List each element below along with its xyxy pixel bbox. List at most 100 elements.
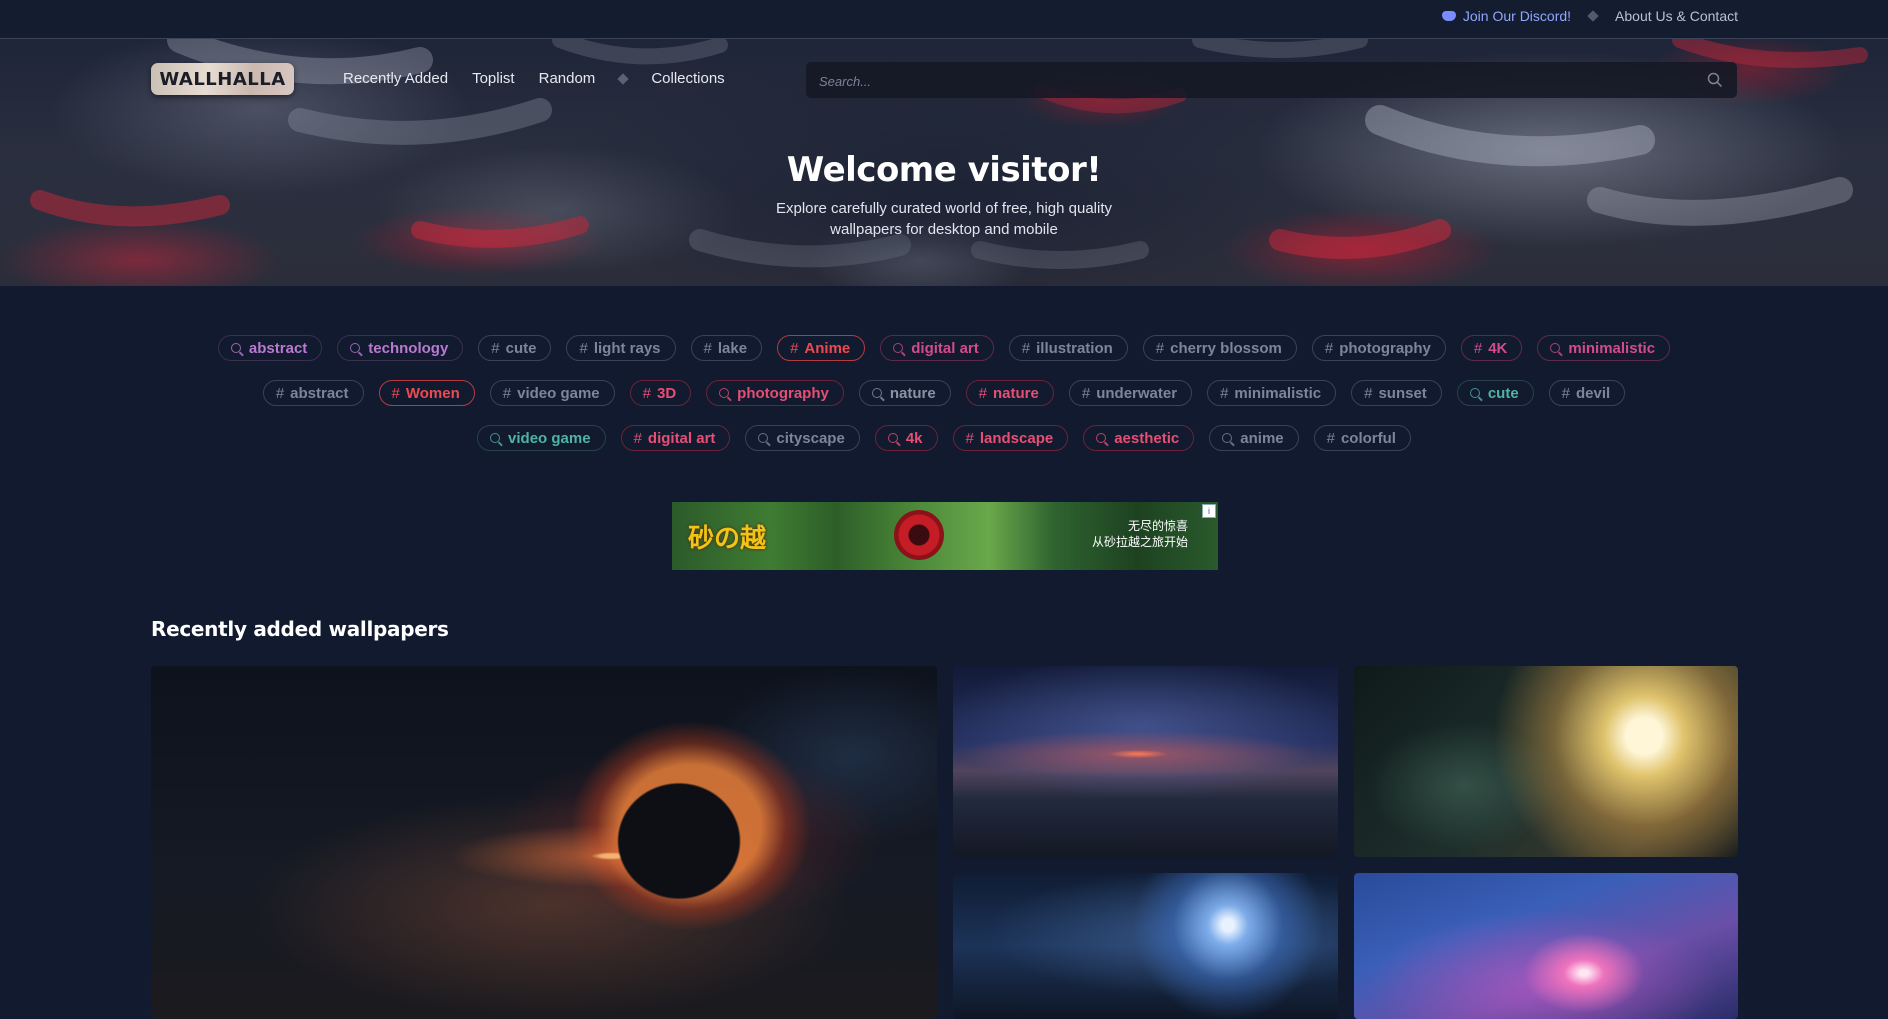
search-icon (719, 388, 730, 398)
ad-text: 无尽的惊喜 从砂拉越之旅开始 (1092, 518, 1188, 550)
hash-icon: # (1324, 339, 1334, 357)
recent-section-title: Recently added wallpapers (151, 617, 449, 641)
tag-row-2: # abstract # Women # video game #3D photography… (0, 380, 1888, 406)
tag-devil[interactable]: # devil (1548, 380, 1626, 406)
tag-label: Women (405, 384, 460, 402)
tag-sunset[interactable]: # sunset (1351, 380, 1442, 406)
hash-icon: # (633, 429, 642, 447)
tag-4k[interactable]: #4K (1460, 335, 1523, 361)
tag-label: cute (505, 339, 537, 357)
tag-label: photography (737, 384, 829, 402)
tag-anime[interactable]: anime (1209, 425, 1299, 451)
search-icon (893, 343, 904, 353)
nav-toplist[interactable]: Toplist (472, 70, 515, 87)
tag-3d[interactable]: #3D (629, 380, 692, 406)
hash-icon: # (642, 384, 651, 402)
search-icon (350, 343, 361, 353)
hash-icon: # (790, 339, 799, 357)
site-logo[interactable]: WALLHALLA (151, 63, 294, 95)
tag-nature[interactable]: nature (858, 380, 951, 406)
tag-underwater[interactable]: # underwater (1068, 380, 1193, 406)
tag-label: minimalistic (1568, 339, 1656, 357)
tag-nature[interactable]: # nature (965, 380, 1054, 406)
hash-icon: # (1561, 384, 1570, 402)
discord-link[interactable]: Join Our Discord! (1441, 8, 1572, 24)
tag-label: underwater (1096, 384, 1178, 402)
search-icon (871, 388, 882, 398)
tag-label: nature (993, 384, 1039, 402)
hash-icon: # (502, 384, 512, 402)
tag-cherry-blossom[interactable]: # cherry blossom (1142, 335, 1297, 361)
tag-cityscape[interactable]: cityscape (745, 425, 860, 451)
tag-video-game[interactable]: # video game (489, 380, 615, 406)
tag-video-game[interactable]: video game (477, 425, 606, 451)
advertisement-banner[interactable]: 砂の越 无尽的惊喜 从砂拉越之旅开始 i (672, 502, 1218, 570)
top-bar: Join Our Discord! About Us & Contact (0, 0, 1888, 39)
tag-illustration[interactable]: # illustration (1008, 335, 1128, 361)
wallpaper-thumbnail-nebula[interactable] (1354, 873, 1738, 1019)
hash-icon: # (978, 384, 988, 402)
tag-digital-art[interactable]: # digital art (620, 425, 731, 451)
wallpaper-thumbnail-horizon[interactable] (953, 666, 1338, 857)
tag-cute[interactable]: cute (1456, 380, 1534, 406)
search-bar (806, 62, 1737, 100)
tag-anime[interactable]: # Anime (777, 335, 866, 361)
tag-label: landscape (979, 429, 1054, 447)
tag-abstract[interactable]: abstract (217, 335, 323, 361)
tag-aesthetic[interactable]: aesthetic (1083, 425, 1195, 451)
diamond-separator-icon (617, 72, 629, 85)
wallpaper-thumbnail-vortex[interactable] (953, 873, 1338, 1019)
tag-minimalistic[interactable]: # minimalistic (1207, 380, 1337, 406)
tag-photography[interactable]: # photography (1311, 335, 1446, 361)
tag-abstract[interactable]: # abstract (262, 380, 364, 406)
about-contact-link[interactable]: About Us & Contact (1615, 8, 1738, 24)
hash-icon: # (1220, 384, 1229, 402)
tag-lake[interactable]: # lake (690, 335, 763, 361)
search-icon (758, 433, 769, 443)
search-icon (887, 433, 898, 443)
tag-colorful[interactable]: # colorful (1313, 425, 1411, 451)
tag-label: Anime (804, 339, 851, 357)
tag-light-rays[interactable]: # light rays (566, 335, 676, 361)
tag-label: digital art (911, 339, 979, 357)
tag-label: lake (717, 339, 748, 357)
tag-label: colorful (1340, 429, 1396, 447)
tag-label: minimalistic (1234, 384, 1322, 402)
tag-label: illustration (1036, 339, 1113, 357)
tag-photography[interactable]: photography (706, 380, 844, 406)
discord-label: Join Our Discord! (1462, 8, 1572, 24)
ad-info-icon[interactable]: i (1202, 504, 1216, 518)
wallpaper-thumbnail-explosion[interactable] (1354, 666, 1738, 857)
hash-icon: # (1364, 384, 1373, 402)
search-input[interactable] (806, 62, 1701, 100)
tag-label: video game (508, 429, 591, 447)
hash-icon: # (703, 339, 712, 357)
tag-technology[interactable]: technology (337, 335, 464, 361)
tag-label: abstract (248, 339, 308, 357)
hash-icon: # (1081, 384, 1091, 402)
nav-recently-added[interactable]: Recently Added (343, 70, 448, 87)
tag-label: aesthetic (1114, 429, 1180, 447)
tag-label: anime (1240, 429, 1284, 447)
search-icon[interactable] (1707, 72, 1723, 93)
tag-women[interactable]: # Women (378, 380, 475, 406)
tag-label: cityscape (776, 429, 845, 447)
nav-random[interactable]: Random (539, 70, 596, 87)
tag-4k[interactable]: 4k (874, 425, 938, 451)
tag-minimalistic[interactable]: minimalistic (1537, 335, 1671, 361)
wallpaper-thumbnail-black-hole[interactable] (151, 666, 937, 1019)
search-icon (1222, 433, 1233, 443)
hash-icon: # (391, 384, 400, 402)
tag-cute[interactable]: # cute (478, 335, 552, 361)
tag-label: video game (517, 384, 600, 402)
hero-subtitle: Explore carefully curated world of free,… (775, 200, 1112, 238)
nav-collections[interactable]: Collections (651, 70, 724, 87)
tag-label: abstract (290, 384, 349, 402)
search-icon (1096, 433, 1107, 443)
tag-digital-art[interactable]: digital art (880, 335, 994, 361)
hash-icon: # (491, 339, 500, 357)
tag-landscape[interactable]: # landscape (952, 425, 1069, 451)
tag-label: light rays (593, 339, 661, 357)
top-links: Join Our Discord! About Us & Contact (1441, 8, 1738, 24)
tag-label: cherry blossom (1170, 339, 1282, 357)
